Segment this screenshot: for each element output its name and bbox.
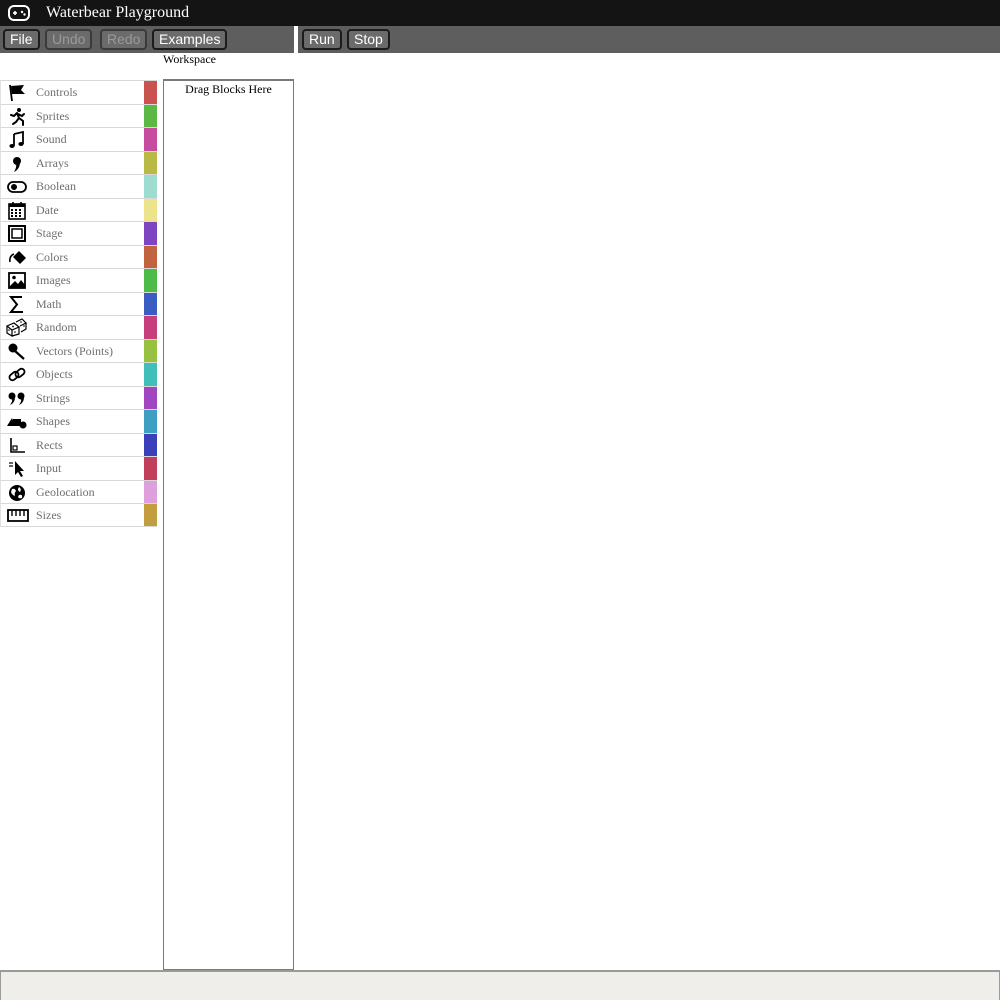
category-label: Math bbox=[36, 296, 62, 311]
runner-icon bbox=[10, 107, 25, 126]
category-date[interactable]: Date bbox=[0, 197, 157, 221]
category-color-swatch bbox=[144, 128, 157, 151]
stage-canvas[interactable] bbox=[298, 53, 1000, 970]
workspace-drop-area[interactable]: Drag Blocks Here bbox=[163, 79, 294, 970]
calendar-icon bbox=[8, 201, 26, 220]
category-label: Controls bbox=[36, 85, 78, 99]
category-boolean[interactable]: Boolean bbox=[0, 174, 157, 198]
category-colors[interactable]: Colors bbox=[0, 244, 157, 268]
category-objects[interactable]: Objects bbox=[0, 362, 157, 386]
category-label: Sound bbox=[36, 132, 67, 146]
status-bar bbox=[0, 970, 1000, 1000]
drag-blocks-hint: Drag Blocks Here bbox=[185, 82, 272, 96]
category-sizes[interactable]: Sizes bbox=[0, 503, 157, 527]
category-sound[interactable]: Sound bbox=[0, 127, 157, 151]
category-images[interactable]: Images bbox=[0, 268, 157, 292]
category-strings[interactable]: Strings bbox=[0, 385, 157, 409]
link-icon bbox=[8, 367, 26, 382]
category-color-swatch bbox=[144, 198, 157, 221]
category-color-swatch bbox=[144, 316, 157, 339]
sigma-icon bbox=[8, 295, 23, 313]
category-input[interactable]: Input bbox=[0, 456, 157, 480]
category-stage[interactable]: Stage bbox=[0, 221, 157, 245]
category-color-swatch bbox=[144, 410, 157, 433]
undo-button[interactable]: Undo bbox=[45, 29, 93, 50]
toggle-icon bbox=[7, 181, 27, 193]
category-color-swatch bbox=[144, 151, 157, 174]
pin-icon bbox=[8, 343, 25, 360]
category-label: Arrays bbox=[36, 155, 69, 170]
category-label: Input bbox=[36, 461, 62, 475]
quote-icon bbox=[8, 392, 25, 405]
category-label: Boolean bbox=[36, 179, 76, 193]
category-label: Geolocation bbox=[36, 484, 95, 499]
category-color-swatch bbox=[144, 81, 157, 104]
music-note-icon bbox=[9, 130, 24, 148]
category-color-swatch bbox=[144, 175, 157, 198]
examples-button[interactable]: Examples bbox=[152, 29, 228, 50]
category-label: Vectors (Points) bbox=[36, 343, 113, 358]
globe-icon bbox=[9, 484, 25, 501]
app-title: Waterbear Playground bbox=[46, 4, 190, 21]
category-color-swatch bbox=[144, 292, 157, 315]
paint-bucket-icon bbox=[9, 250, 26, 264]
category-color-swatch bbox=[144, 269, 157, 292]
gamepad-icon bbox=[8, 5, 30, 21]
category-sprites[interactable]: Sprites bbox=[0, 103, 157, 127]
category-label: Sprites bbox=[36, 108, 70, 123]
comma-icon bbox=[13, 156, 21, 172]
category-random[interactable]: Random bbox=[0, 315, 157, 339]
image-icon bbox=[8, 272, 26, 289]
category-controls[interactable]: Controls bbox=[0, 80, 157, 104]
category-vectors-points[interactable]: Vectors (Points) bbox=[0, 338, 157, 362]
category-rects[interactable]: Rects bbox=[0, 432, 157, 456]
flag-icon bbox=[9, 84, 25, 102]
category-arrays[interactable]: Arrays bbox=[0, 150, 157, 174]
block-category-list: Controls Sprites Sound Arrays Boolean Da… bbox=[0, 80, 157, 527]
redo-button[interactable]: Redo bbox=[100, 29, 148, 50]
category-geolocation[interactable]: Geolocation bbox=[0, 479, 157, 503]
category-label: Random bbox=[36, 320, 77, 334]
shapes-icon bbox=[7, 418, 27, 429]
category-color-swatch bbox=[144, 504, 157, 526]
category-label: Objects bbox=[36, 367, 73, 381]
category-color-swatch bbox=[144, 433, 157, 456]
stage-toolbar: Run Stop bbox=[298, 26, 1000, 53]
category-color-swatch bbox=[144, 480, 157, 503]
category-math[interactable]: Math bbox=[0, 291, 157, 315]
title-bar: Waterbear Playground bbox=[0, 0, 1000, 26]
stage-frame-icon bbox=[8, 225, 26, 242]
category-label: Strings bbox=[36, 390, 71, 405]
category-label: Stage bbox=[36, 226, 63, 240]
category-color-swatch bbox=[144, 222, 157, 245]
editor-toolbar: File Undo Redo Examples bbox=[0, 26, 294, 53]
category-label: Images bbox=[36, 273, 71, 287]
category-label: Sizes bbox=[36, 508, 62, 522]
category-color-swatch bbox=[144, 363, 157, 386]
run-button[interactable]: Run bbox=[302, 29, 342, 50]
category-color-swatch bbox=[144, 104, 157, 127]
cursor-icon bbox=[9, 461, 24, 477]
stop-button[interactable]: Stop bbox=[347, 29, 390, 50]
category-label: Rects bbox=[36, 437, 63, 452]
category-color-swatch bbox=[144, 339, 157, 362]
category-color-swatch bbox=[144, 386, 157, 409]
workspace-label: Workspace bbox=[163, 52, 217, 66]
category-label: Date bbox=[36, 202, 59, 217]
category-label: Colors bbox=[36, 249, 69, 264]
file-button[interactable]: File bbox=[3, 29, 40, 50]
category-shapes[interactable]: Shapes bbox=[0, 409, 157, 433]
dice-icon bbox=[5, 318, 27, 337]
category-color-swatch bbox=[144, 457, 157, 480]
category-color-swatch bbox=[144, 245, 157, 268]
ruler-icon bbox=[7, 509, 29, 522]
category-label: Shapes bbox=[36, 414, 70, 428]
rect-axis-icon bbox=[10, 437, 25, 453]
